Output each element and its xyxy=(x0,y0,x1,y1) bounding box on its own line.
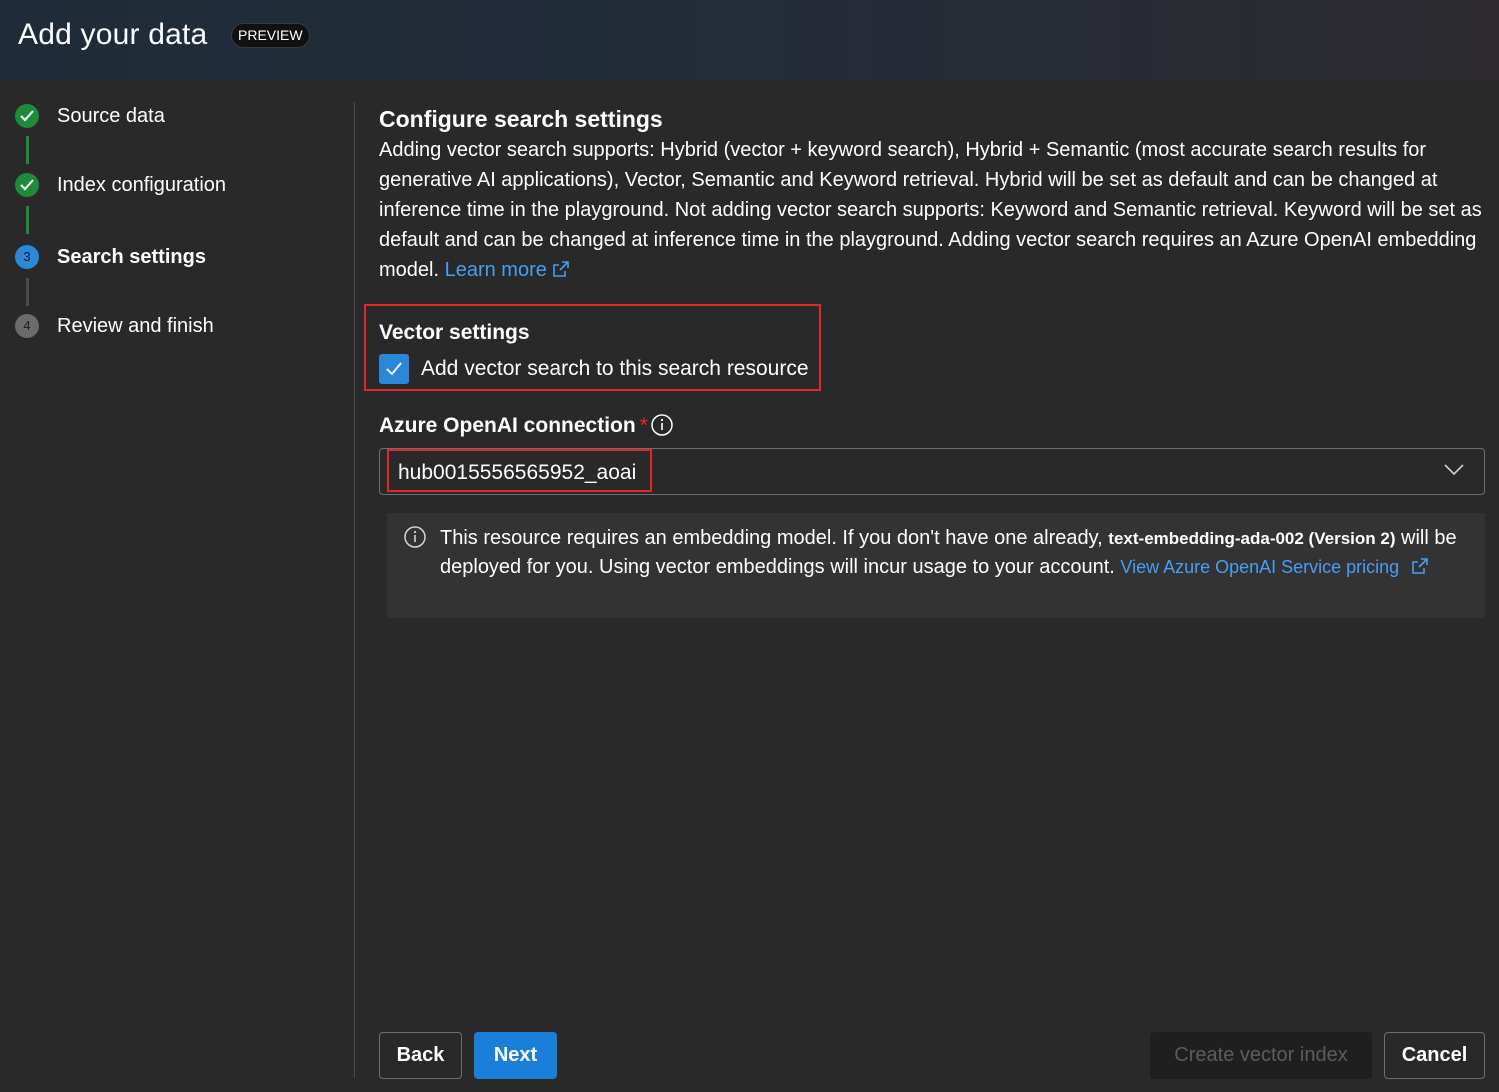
step-label: Review and finish xyxy=(57,315,214,337)
step-connector xyxy=(26,278,29,306)
step-number: 4 xyxy=(15,314,39,338)
required-marker: * xyxy=(639,414,648,437)
header: Add your data PREVIEW xyxy=(0,0,1499,80)
next-button[interactable]: Next xyxy=(474,1032,557,1079)
notice-model-name: text-embedding-ada-002 (Version 2) xyxy=(1108,529,1396,548)
highlight-box-connection xyxy=(387,449,652,492)
checkmark-icon xyxy=(386,362,402,376)
back-button[interactable]: Back xyxy=(379,1032,462,1079)
pricing-link-label: View Azure OpenAI Service pricing xyxy=(1120,557,1400,577)
step-complete-icon xyxy=(15,104,39,128)
step-connector xyxy=(26,136,29,164)
step-connector xyxy=(26,206,29,234)
section-title: Configure search settings xyxy=(379,106,663,132)
vector-settings-title: Vector settings xyxy=(379,321,530,344)
embedding-model-notice: This resource requires an embedding mode… xyxy=(387,513,1485,618)
step-label: Search settings xyxy=(57,246,206,268)
notice-text-before: This resource requires an embedding mode… xyxy=(440,527,1103,549)
step-number: 3 xyxy=(15,245,39,269)
cancel-button[interactable]: Cancel xyxy=(1384,1032,1485,1079)
notice-text: This resource requires an embedding mode… xyxy=(440,524,1470,581)
main-content: Configure search settings Adding vector … xyxy=(379,104,1485,285)
learn-more-link[interactable]: Learn more xyxy=(445,259,571,281)
open-external-icon xyxy=(553,261,569,277)
step-label: Source data xyxy=(57,105,165,127)
vector-search-checkbox-label: Add vector search to this search resourc… xyxy=(421,357,809,380)
create-vector-index-button[interactable]: Create vector index xyxy=(1150,1032,1372,1079)
info-icon[interactable] xyxy=(650,413,674,437)
step-label: Index configuration xyxy=(57,174,227,196)
learn-more-label: Learn more xyxy=(444,259,547,281)
azure-openai-connection-label: Azure OpenAI connection * xyxy=(379,411,648,441)
field-label-text: Azure OpenAI connection xyxy=(379,414,636,437)
pricing-link[interactable]: View Azure OpenAI Service pricing xyxy=(1120,557,1431,577)
page-title: Add your data xyxy=(18,18,208,51)
section-description: Adding vector search supports: Hybrid (v… xyxy=(379,135,1485,285)
open-external-icon xyxy=(1412,558,1429,574)
vertical-divider xyxy=(354,102,355,1078)
info-icon xyxy=(404,526,426,548)
wizard-steps: Source data Index configuration 3 Search… xyxy=(0,80,354,1092)
vector-search-checkbox[interactable] xyxy=(379,354,409,384)
step-complete-icon xyxy=(15,173,39,197)
preview-badge: PREVIEW xyxy=(231,23,310,48)
chevron-down-icon xyxy=(1444,464,1464,476)
